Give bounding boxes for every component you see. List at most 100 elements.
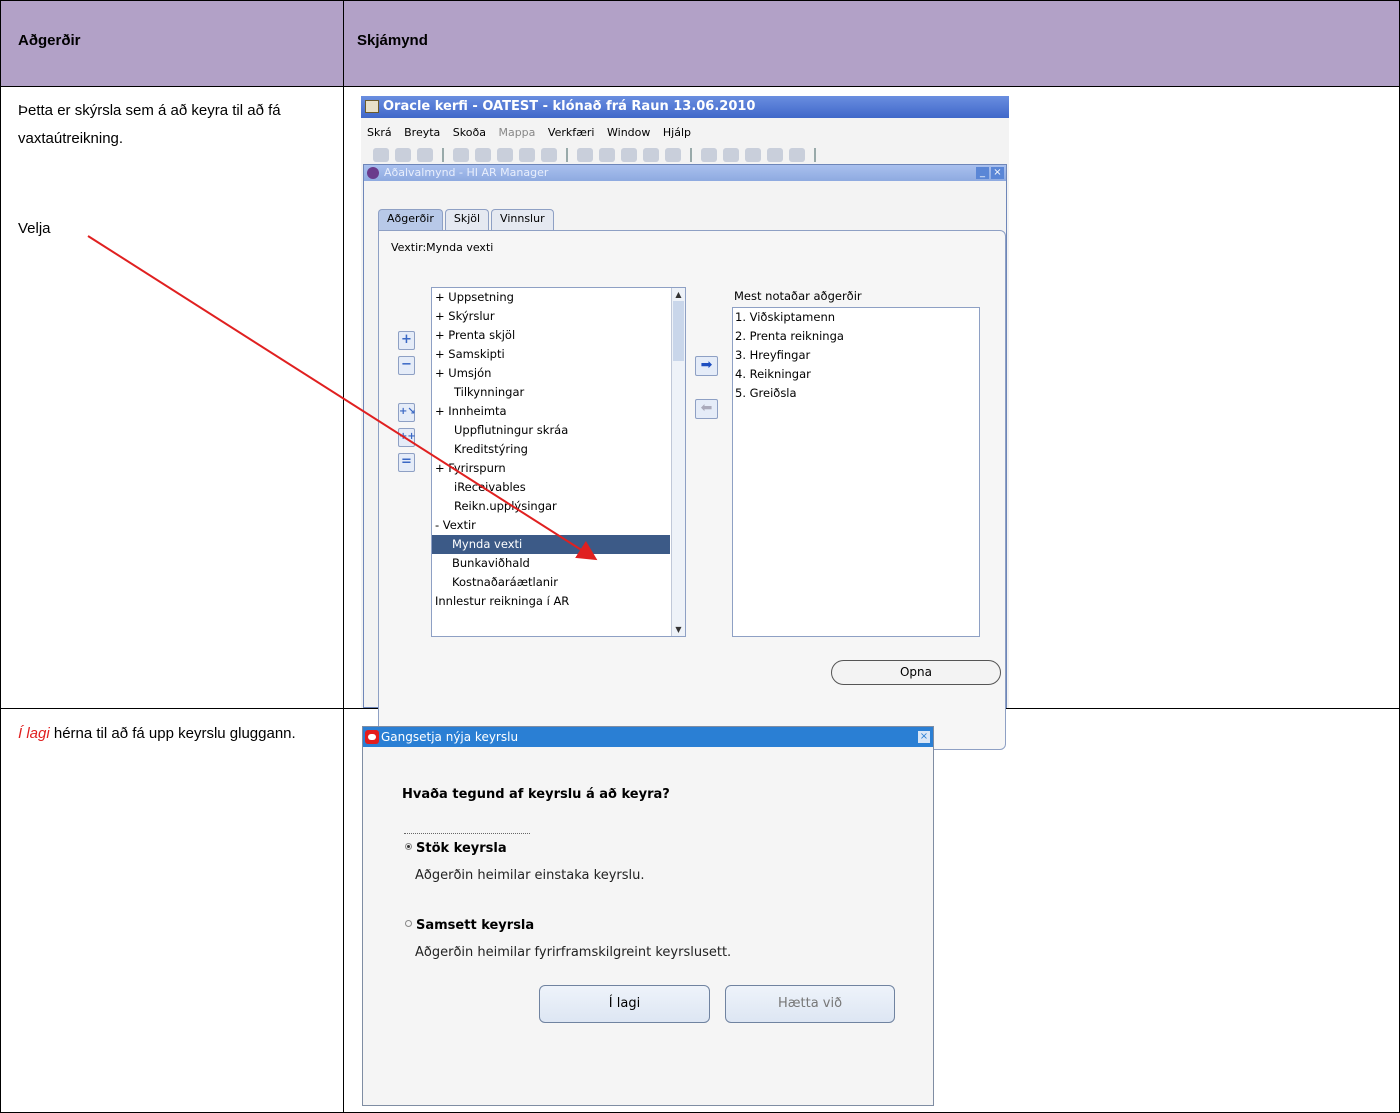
zoom-icon[interactable]	[723, 148, 739, 162]
minimize-icon[interactable]: _	[976, 167, 989, 179]
menu-skra[interactable]: Skrá	[367, 126, 392, 139]
tree-item[interactable]: + Uppsetning	[435, 288, 514, 307]
window-controls: _ ×	[976, 167, 1004, 179]
scroll-thumb[interactable]	[673, 301, 684, 361]
tab-vinnslur[interactable]: Vinnslur	[491, 209, 554, 230]
toolbar-separator	[814, 148, 816, 162]
header-screenshot-label: Skjámynd	[357, 32, 428, 49]
tree-item[interactable]: + Prenta skjöl	[435, 326, 515, 345]
tree-item[interactable]: Reikn.upplýsingar	[454, 497, 557, 516]
tree-item[interactable]: Kreditstýring	[454, 440, 528, 459]
tree-item[interactable]: + Umsjón	[435, 364, 491, 383]
functions-panel: Vextir:Mynda vexti + − +↘ ++ = + Uppsetn…	[378, 230, 1006, 750]
copy-icon[interactable]	[599, 148, 615, 162]
tree-item[interactable]: iReceivables	[454, 478, 526, 497]
edit-field-icon[interactable]	[701, 148, 717, 162]
tree-item[interactable]: - Vextir	[435, 516, 476, 535]
menu-breyta[interactable]: Breyta	[404, 126, 440, 139]
tab-skjol[interactable]: Skjöl	[444, 209, 490, 230]
translations-icon[interactable]	[745, 148, 761, 162]
radio-unchecked-icon[interactable]	[405, 920, 412, 927]
row1-instructions: Þetta er skýrsla sem á að keyra til að f…	[0, 86, 344, 709]
attachments-icon[interactable]	[767, 148, 783, 162]
oracle-titlebar: Oracle kerfi - OATEST - klónað frá Raun …	[361, 96, 1009, 118]
tree-item[interactable]: + Fyrirspurn	[435, 459, 506, 478]
tree-item[interactable]: Innlestur reikninga í AR	[435, 592, 569, 611]
open-button[interactable]: Opna	[831, 660, 1001, 685]
switch-resp-icon[interactable]	[497, 148, 513, 162]
menu-skoda[interactable]: Skoða	[453, 126, 486, 139]
row1-instruction-text: Þetta er skýrsla sem á að keyra til að f…	[18, 102, 281, 147]
tree-item[interactable]: Bunkaviðhald	[452, 554, 530, 573]
dialog-titlebar: Gangsetja nýja keyrslu ×	[363, 727, 933, 747]
combined-run-description: Aðgerðin heimilar fyrirframskilgreint ke…	[415, 945, 732, 960]
menu-mappa[interactable]: Mappa	[498, 126, 535, 139]
header-actions: Aðgerðir	[0, 0, 344, 87]
collapse-all-button[interactable]: =	[398, 453, 415, 472]
list-item[interactable]: 5. Greiðsla	[735, 384, 797, 403]
row2-instructions: Í lagi hérna til að fá upp keyrslu glugg…	[0, 708, 344, 1113]
navigator-tabs: Aðgerðir Skjöl Vinnslur	[378, 209, 556, 230]
expand-all-button[interactable]: ++	[398, 428, 416, 447]
print-icon[interactable]	[519, 148, 535, 162]
save-icon[interactable]	[453, 148, 469, 162]
close-form-icon[interactable]	[541, 148, 557, 162]
scroll-up-icon[interactable]: ▲	[673, 289, 684, 300]
ok-button[interactable]: Í lagi	[539, 985, 710, 1023]
tree-item[interactable]: + Samskipti	[435, 345, 505, 364]
toolbar-separator	[442, 148, 444, 162]
row2-instruction-rest: hérna til að fá upp keyrslu gluggann.	[49, 725, 296, 742]
new-record-icon[interactable]	[373, 148, 389, 162]
next-step-icon[interactable]	[475, 148, 491, 162]
list-item[interactable]: 3. Hreyfingar	[735, 346, 810, 365]
add-to-favorites-button[interactable]: ➡	[695, 356, 718, 376]
tab-adgerdir[interactable]: Aðgerðir	[378, 209, 443, 230]
oracle-toolbar: ?	[361, 144, 1009, 219]
single-run-label: Stök keyrsla	[416, 841, 507, 856]
toolbar-separator	[566, 148, 568, 162]
folder-tools-icon[interactable]	[789, 148, 805, 162]
single-run-description: Aðgerðin heimilar einstaka keyrslu.	[415, 868, 645, 883]
menu-window[interactable]: Window	[607, 126, 650, 139]
menu-hjalp[interactable]: Hjálp	[663, 126, 691, 139]
focus-outline	[404, 833, 530, 834]
cut-icon[interactable]	[577, 148, 593, 162]
tree-item-selected[interactable]: Mynda vexti	[432, 535, 670, 554]
list-item[interactable]: 4. Reikningar	[735, 365, 811, 384]
single-run-radio[interactable]: Stök keyrsla	[405, 841, 507, 856]
remove-from-favorites-button[interactable]: ⬅	[695, 399, 718, 419]
oracle-icon	[365, 730, 379, 744]
paste-icon[interactable]	[621, 148, 637, 162]
tree-item[interactable]: Uppflutningur skráa	[454, 421, 568, 440]
menu-verkfaeri[interactable]: Verkfæri	[548, 126, 595, 139]
toolbar-separator	[690, 148, 692, 162]
delete-icon[interactable]	[665, 148, 681, 162]
scroll-down-icon[interactable]: ▼	[673, 624, 684, 635]
combined-run-radio[interactable]: Samsett keyrsla	[405, 918, 534, 933]
expand-button[interactable]: +	[398, 331, 415, 350]
row2-emphasis: Í lagi	[18, 725, 50, 742]
dialog-title-text: Gangsetja nýja keyrslu	[381, 730, 519, 744]
oracle-window: Oracle kerfi - OATEST - klónað frá Raun …	[361, 96, 1009, 750]
header-screenshot: Skjámynd	[343, 0, 1400, 87]
close-icon[interactable]: ×	[918, 731, 930, 743]
tree-item[interactable]: + Innheimta	[435, 402, 507, 421]
close-icon[interactable]: ×	[991, 167, 1004, 179]
java-app-icon	[365, 100, 379, 113]
clear-record-icon[interactable]	[643, 148, 659, 162]
tree-item[interactable]: + Skýrslur	[435, 307, 495, 326]
radio-checked-icon[interactable]	[405, 843, 412, 850]
navigator-icon[interactable]	[417, 148, 433, 162]
tree-item[interactable]: Tilkynningar	[454, 383, 524, 402]
expand-branch-button[interactable]: +↘	[398, 403, 416, 422]
navigator-window: Aðalvalmynd - HI AR Manager _ × Aðgerðir…	[363, 164, 1007, 750]
navigator-titlebar: Aðalvalmynd - HI AR Manager _ ×	[364, 165, 1006, 181]
tree-item[interactable]: Kostnaðaráætlanir	[452, 573, 558, 592]
cancel-button[interactable]: Hætta við	[725, 985, 895, 1023]
list-item[interactable]: 1. Viðskiptamenn	[735, 308, 835, 327]
find-icon[interactable]	[395, 148, 411, 162]
oracle-logo-icon	[367, 167, 379, 179]
tree-scrollbar[interactable]: ▲ ▼	[671, 288, 685, 636]
list-item[interactable]: 2. Prenta reikninga	[735, 327, 844, 346]
collapse-button[interactable]: −	[398, 356, 415, 375]
